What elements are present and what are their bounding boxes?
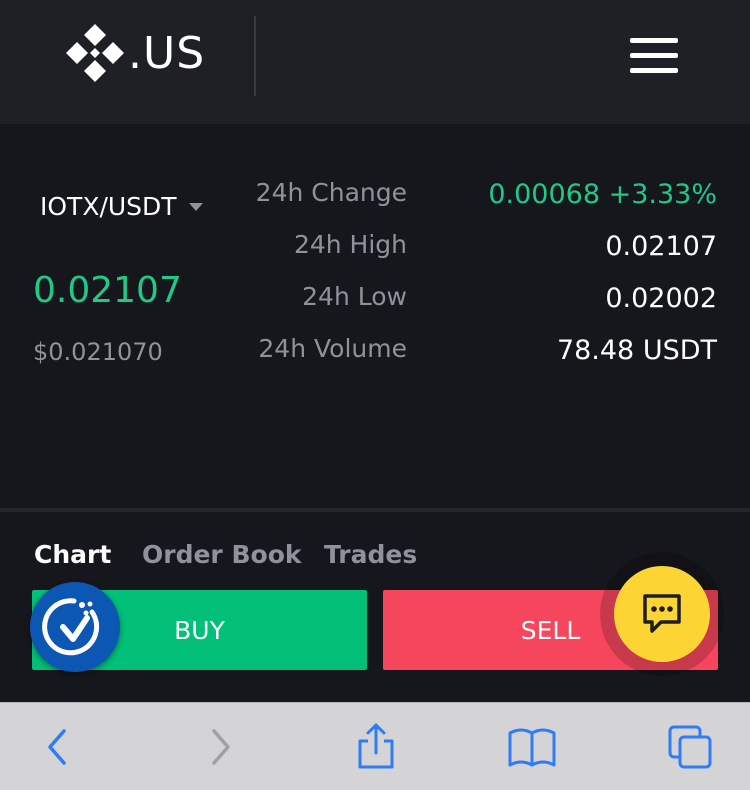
tab-trades[interactable]: Trades [324, 540, 417, 569]
header-divider [254, 16, 256, 96]
market-tabs: Chart Order Book Trades [0, 512, 750, 574]
share-icon[interactable] [350, 721, 402, 773]
stat-value-24h-high: 0.02107 [605, 231, 717, 262]
binance-diamond-icon [66, 24, 124, 82]
last-price: 0.02107 [33, 270, 182, 311]
cookie-check-icon [42, 598, 100, 656]
stat-label-24h-change: 24h Change [255, 178, 407, 207]
tab-chart[interactable]: Chart [34, 540, 111, 569]
bookmarks-icon[interactable] [506, 721, 558, 773]
back-icon[interactable] [32, 721, 84, 773]
chat-bubble-icon [643, 594, 681, 633]
browser-toolbar [0, 702, 750, 790]
stat-value-24h-change: 0.00068 +3.33% [488, 179, 717, 210]
stat-label-24h-volume: 24h Volume [258, 334, 407, 363]
stat-value-24h-volume: 78.48 USDT [556, 335, 717, 366]
ticker-panel: IOTX/USDT 0.02107 $0.021070 24h Change 0… [0, 124, 750, 508]
binance-us-logo[interactable]: .US [64, 22, 205, 84]
pair-selector[interactable]: IOTX/USDT [40, 192, 203, 221]
stat-label-24h-low: 24h Low [302, 282, 407, 311]
caret-down-icon [188, 202, 203, 211]
chat-icon[interactable] [614, 566, 710, 662]
logo-text: .US [128, 27, 206, 79]
usd-price: $0.021070 [33, 338, 163, 366]
stat-label-24h-high: 24h High [293, 230, 407, 259]
tab-order-book[interactable]: Order Book [142, 540, 302, 569]
top-navigation-bar: .US [0, 0, 750, 124]
cookie-consent-icon[interactable] [30, 582, 120, 672]
forward-icon[interactable] [194, 721, 246, 773]
hamburger-menu-icon[interactable] [630, 38, 678, 74]
tabs-icon[interactable] [664, 721, 716, 773]
stat-value-24h-low: 0.02002 [605, 283, 717, 314]
pair-label: IOTX/USDT [40, 192, 177, 221]
